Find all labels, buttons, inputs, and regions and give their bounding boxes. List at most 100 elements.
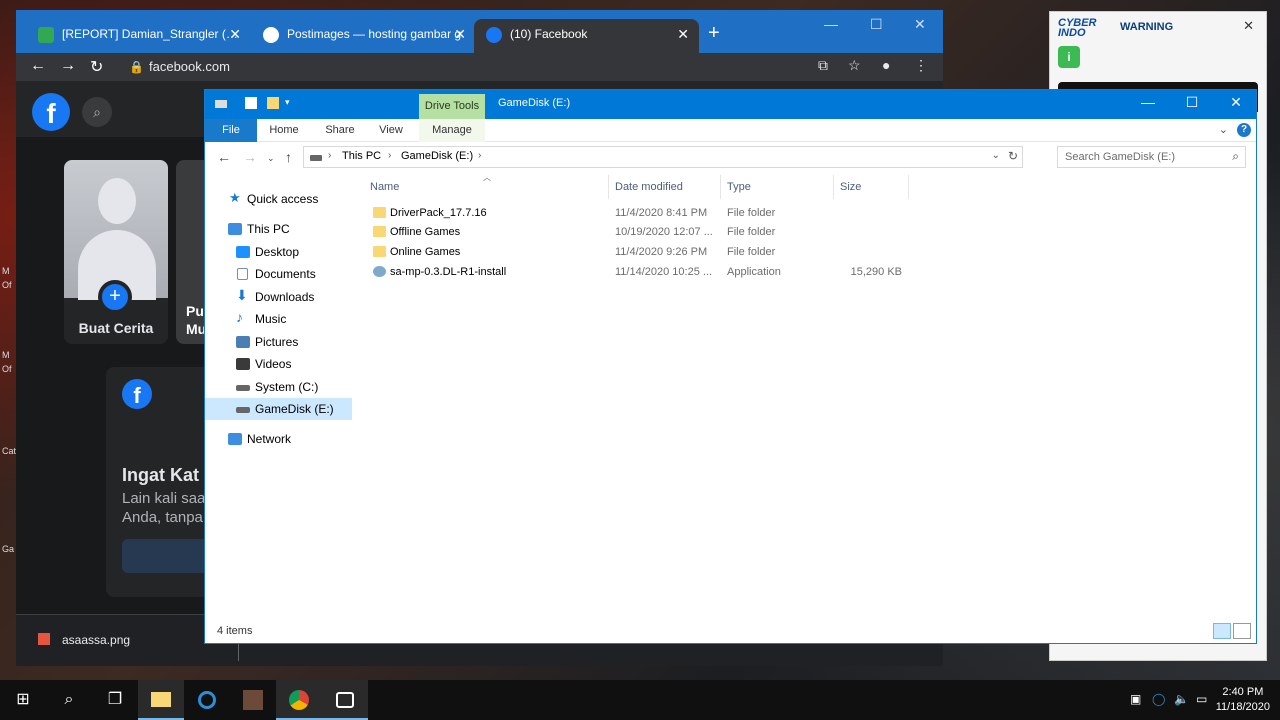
download-filename[interactable]: asaassa.png xyxy=(62,633,130,647)
cyber-indo-icon[interactable] xyxy=(322,680,368,720)
menu-icon[interactable]: ⋮ xyxy=(914,57,928,74)
documents-icon xyxy=(237,268,248,280)
nav-item-documents[interactable]: Documents xyxy=(205,263,352,285)
file-explorer-icon[interactable] xyxy=(138,680,184,720)
volume-icon[interactable]: 🔈 xyxy=(1174,692,1189,706)
info-icon[interactable]: i xyxy=(1058,46,1080,68)
card-heading: Ingat Kat xyxy=(122,465,200,485)
address-row: ← → ⌄ ↑ › This PC › GameDisk (E:) › ⌄ ↻ … xyxy=(205,142,1256,172)
tab-file[interactable]: File xyxy=(205,119,257,142)
tab-report[interactable]: [REPORT] Damian_Strangler (Pos ✕ xyxy=(26,19,251,53)
breadcrumb-gamedisk[interactable]: GameDisk (E:) xyxy=(401,150,473,162)
nav-item-desktop[interactable]: Desktop xyxy=(205,241,352,263)
search-placeholder: Search GameDisk (E:) xyxy=(1065,151,1176,163)
new-folder-icon[interactable] xyxy=(267,97,279,109)
postimages-icon xyxy=(263,27,279,43)
chevron-down-icon[interactable]: ⌄ xyxy=(992,150,1000,161)
nav-item-gamedisk-e[interactable]: GameDisk (E:) xyxy=(205,398,352,420)
profile-icon[interactable]: ● xyxy=(882,57,890,73)
minimize-icon[interactable]: — xyxy=(824,16,838,32)
create-story-card[interactable]: + Buat Cerita xyxy=(64,160,168,344)
file-explorer-window: ▾ Drive Tools GameDisk (E:) — ☐ ✕ File H… xyxy=(204,89,1257,644)
avatar xyxy=(64,160,168,300)
close-tab-icon[interactable]: ✕ xyxy=(229,19,241,49)
tab-home[interactable]: Home xyxy=(263,119,305,142)
properties-icon[interactable] xyxy=(245,97,257,109)
drive-icon xyxy=(215,100,227,108)
tab-view[interactable]: View xyxy=(373,119,409,142)
cortana-icon[interactable] xyxy=(184,680,230,720)
close-tab-icon[interactable]: ✕ xyxy=(454,19,466,49)
help-icon[interactable]: ? xyxy=(1237,123,1251,137)
table-row[interactable]: DriverPack_17.7.16 11/4/2020 8:41 PM Fil… xyxy=(365,203,1115,223)
nav-item-videos[interactable]: Videos xyxy=(205,353,352,375)
minimize-icon[interactable]: — xyxy=(1125,94,1171,110)
folder-icon xyxy=(373,246,386,257)
facebook-logo-icon[interactable]: f xyxy=(32,93,70,131)
lock-icon: 🔒 xyxy=(129,60,144,74)
close-tab-icon[interactable]: ✕ xyxy=(677,19,689,49)
task-view-icon[interactable]: ❐ xyxy=(92,680,138,720)
tray-cortana-icon[interactable]: ◯ xyxy=(1152,692,1165,706)
table-row[interactable]: Offline Games 10/19/2020 12:07 ... File … xyxy=(365,222,1115,242)
forward-icon[interactable]: → xyxy=(60,57,76,75)
chrome-icon[interactable] xyxy=(276,680,322,720)
column-header-name[interactable]: Name xyxy=(370,181,399,193)
status-bar: 4 items xyxy=(205,619,1256,643)
tab-facebook[interactable]: (10) Facebook ✕ xyxy=(474,19,699,53)
nav-item-pictures[interactable]: Pictures xyxy=(205,331,352,353)
back-icon[interactable]: ← xyxy=(30,57,46,75)
card-button[interactable] xyxy=(122,539,216,573)
customize-qa-icon[interactable]: ▾ xyxy=(285,97,297,109)
table-row[interactable]: Online Games 11/4/2020 9:26 PM File fold… xyxy=(365,242,1115,262)
maximize-icon[interactable]: ☐ xyxy=(1169,94,1215,111)
details-view-icon[interactable] xyxy=(1213,623,1231,639)
column-header-size[interactable]: Size xyxy=(840,181,861,193)
clock-time: 2:40 PM xyxy=(1222,686,1264,698)
bookmark-star-icon[interactable]: ☆ xyxy=(848,57,861,74)
maximize-icon[interactable]: ☐ xyxy=(870,16,883,33)
translate-icon[interactable]: ⧉ xyxy=(818,57,828,74)
refresh-icon[interactable]: ↻ xyxy=(1008,149,1018,163)
nav-item-this-pc[interactable]: This PC xyxy=(205,218,352,240)
music-icon: ♪ xyxy=(236,309,243,325)
column-header-date[interactable]: Date modified xyxy=(615,181,683,193)
tab-label: (10) Facebook xyxy=(510,27,588,41)
nav-item-music[interactable]: ♪ Music xyxy=(205,308,352,330)
close-icon[interactable]: ✕ xyxy=(914,16,926,33)
nav-item-quick-access[interactable]: ★ Quick access xyxy=(205,188,352,210)
large-icons-view-icon[interactable] xyxy=(1233,623,1251,639)
close-icon[interactable]: ✕ xyxy=(1213,94,1259,111)
up-icon[interactable]: ↑ xyxy=(285,149,292,165)
new-tab-button[interactable]: + xyxy=(708,22,720,45)
facebook-logo-icon: f xyxy=(122,379,152,409)
table-row[interactable]: sa-mp-0.3.DL-R1-install 11/14/2020 10:25… xyxy=(365,262,1115,282)
nav-item-downloads[interactable]: ⬇ Downloads xyxy=(205,286,352,308)
search-input[interactable]: Search GameDisk (E:) ⌕ xyxy=(1057,146,1246,168)
drive-tools-tab[interactable]: Drive Tools xyxy=(419,94,485,119)
close-icon[interactable]: ✕ xyxy=(1243,18,1254,34)
search-icon[interactable]: ⌕ xyxy=(82,97,112,127)
game-app-icon[interactable] xyxy=(230,680,276,720)
back-icon[interactable]: ← xyxy=(217,149,231,165)
column-header-type[interactable]: Type xyxy=(727,181,751,193)
tab-postimages[interactable]: Postimages — hosting gambar g ✕ xyxy=(251,19,476,53)
tab-manage[interactable]: Manage xyxy=(419,119,485,142)
forward-icon: → xyxy=(243,149,257,165)
breadcrumb-this-pc[interactable]: This PC xyxy=(342,150,381,162)
warning-label: WARNING xyxy=(1120,21,1174,33)
tray-app-icon[interactable]: ▣ xyxy=(1130,692,1141,706)
search-icon: ⌕ xyxy=(1232,149,1239,163)
clock[interactable]: 2:40 PM 11/18/2020 xyxy=(1216,685,1270,715)
nav-item-system-c[interactable]: System (C:) xyxy=(205,376,352,398)
expand-ribbon-icon[interactable]: ⌄ xyxy=(1219,123,1228,136)
recent-locations-icon[interactable]: ⌄ xyxy=(267,153,275,164)
tab-share[interactable]: Share xyxy=(319,119,361,142)
address-bar[interactable]: › This PC › GameDisk (E:) › ⌄ ↻ xyxy=(303,146,1023,168)
search-icon[interactable]: ⌕ xyxy=(46,680,92,720)
address-bar[interactable]: 🔒 facebook.com xyxy=(129,56,929,78)
nav-item-network[interactable]: Network xyxy=(205,428,352,450)
network-tray-icon[interactable]: ▭ xyxy=(1196,692,1207,706)
windows-start-icon[interactable]: ⊞ xyxy=(0,680,46,720)
reload-icon[interactable]: ↻ xyxy=(90,57,103,77)
